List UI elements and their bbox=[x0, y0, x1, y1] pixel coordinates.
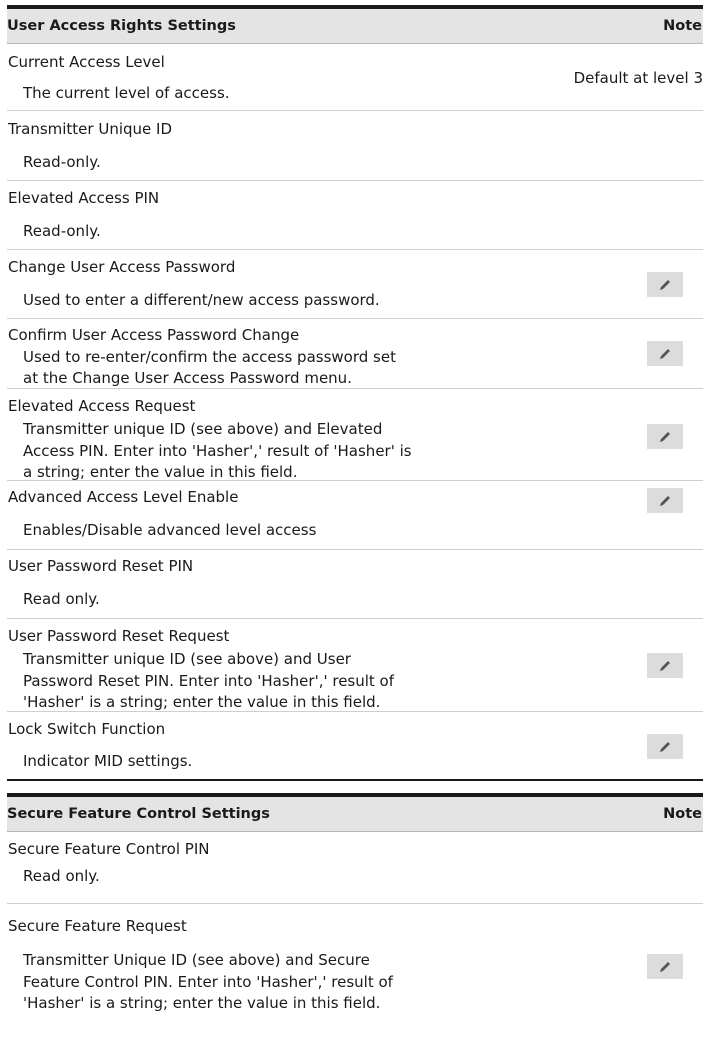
row-desc: 'Hasher' is a string; enter the value in… bbox=[23, 693, 381, 711]
pencil-icon bbox=[660, 741, 670, 752]
user-access-rights-table: User Access Rights Settings Note Current… bbox=[7, 5, 703, 781]
row-desc: Read only. bbox=[23, 867, 100, 885]
row-desc: a string; enter the value in this field. bbox=[23, 463, 298, 481]
row-desc: Indicator MID settings. bbox=[23, 752, 193, 770]
row-desc: Enables/Disable advanced level access bbox=[23, 521, 317, 539]
table-row: Advanced Access Level Enable Enables/Dis… bbox=[7, 481, 703, 550]
row-desc: The current level of access. bbox=[23, 84, 230, 102]
row-title: Current Access Level bbox=[8, 53, 165, 71]
table-row: Confirm User Access Password Change Used… bbox=[7, 319, 703, 389]
table-row: Elevated Access Request Transmitter uniq… bbox=[7, 389, 703, 481]
row-desc: Read-only. bbox=[23, 222, 101, 240]
row-desc: Used to re-enter/confirm the access pass… bbox=[23, 348, 396, 366]
row-title: Elevated Access Request bbox=[8, 397, 196, 415]
row-title: Lock Switch Function bbox=[8, 720, 166, 738]
edit-button[interactable] bbox=[647, 424, 683, 449]
row-desc: Access PIN. Enter into 'Hasher',' result… bbox=[23, 442, 412, 460]
table-row: Secure Feature Control PIN Read only. bbox=[7, 832, 703, 904]
row-title: User Password Reset Request bbox=[8, 627, 230, 645]
pencil-icon bbox=[660, 431, 670, 442]
pencil-icon bbox=[660, 348, 670, 359]
header-note: Note bbox=[663, 806, 702, 822]
row-desc: Transmitter unique ID (see above) and El… bbox=[23, 420, 383, 438]
table-header: User Access Rights Settings Note bbox=[7, 9, 703, 44]
row-title: Secure Feature Request bbox=[8, 917, 187, 935]
table-row: Transmitter Unique ID Read-only. bbox=[7, 111, 703, 181]
table-row: Current Access Level The current level o… bbox=[7, 44, 703, 111]
pencil-icon bbox=[660, 660, 670, 671]
header-title: Secure Feature Control Settings bbox=[7, 806, 270, 822]
row-desc: Transmitter Unique ID (see above) and Se… bbox=[23, 951, 370, 969]
row-desc: Read only. bbox=[23, 590, 100, 608]
table-header: Secure Feature Control Settings Note bbox=[7, 797, 703, 832]
table-row: User Password Reset PIN Read only. bbox=[7, 550, 703, 619]
edit-button[interactable] bbox=[647, 341, 683, 366]
table-row: Secure Feature Request Transmitter Uniqu… bbox=[7, 904, 703, 1013]
row-desc: Read-only. bbox=[23, 153, 101, 171]
row-title: Confirm User Access Password Change bbox=[8, 326, 300, 344]
table-row: Elevated Access PIN Read-only. bbox=[7, 181, 703, 250]
row-title: Advanced Access Level Enable bbox=[8, 488, 239, 506]
row-title: User Password Reset PIN bbox=[8, 557, 194, 575]
row-desc: Transmitter unique ID (see above) and Us… bbox=[23, 650, 351, 668]
row-desc: Used to enter a different/new access pas… bbox=[23, 291, 380, 309]
header-title: User Access Rights Settings bbox=[7, 18, 236, 34]
pencil-icon bbox=[660, 279, 670, 290]
edit-button[interactable] bbox=[647, 488, 683, 513]
edit-button[interactable] bbox=[647, 272, 683, 297]
row-desc: Password Reset PIN. Enter into 'Hasher',… bbox=[23, 672, 395, 690]
row-note: Default at level 3 bbox=[573, 69, 703, 87]
table-row: Lock Switch Function Indicator MID setti… bbox=[7, 712, 703, 781]
pencil-icon bbox=[660, 495, 670, 506]
row-title: Transmitter Unique ID bbox=[8, 120, 172, 138]
pencil-icon bbox=[660, 961, 670, 972]
row-desc: 'Hasher' is a string; enter the value in… bbox=[23, 994, 381, 1012]
edit-button[interactable] bbox=[647, 653, 683, 678]
row-desc: at the Change User Access Password menu. bbox=[23, 369, 352, 387]
edit-button[interactable] bbox=[647, 954, 683, 979]
row-title: Change User Access Password bbox=[8, 258, 236, 276]
table-row: User Password Reset Request Transmitter … bbox=[7, 619, 703, 712]
edit-button[interactable] bbox=[647, 734, 683, 759]
row-desc: Feature Control PIN. Enter into 'Hasher'… bbox=[23, 973, 393, 991]
row-title: Secure Feature Control PIN bbox=[8, 840, 210, 858]
secure-feature-control-table: Secure Feature Control Settings Note Sec… bbox=[7, 793, 703, 1013]
table-row: Change User Access Password Used to ente… bbox=[7, 250, 703, 319]
header-note: Note bbox=[663, 18, 702, 34]
row-title: Elevated Access PIN bbox=[8, 189, 160, 207]
